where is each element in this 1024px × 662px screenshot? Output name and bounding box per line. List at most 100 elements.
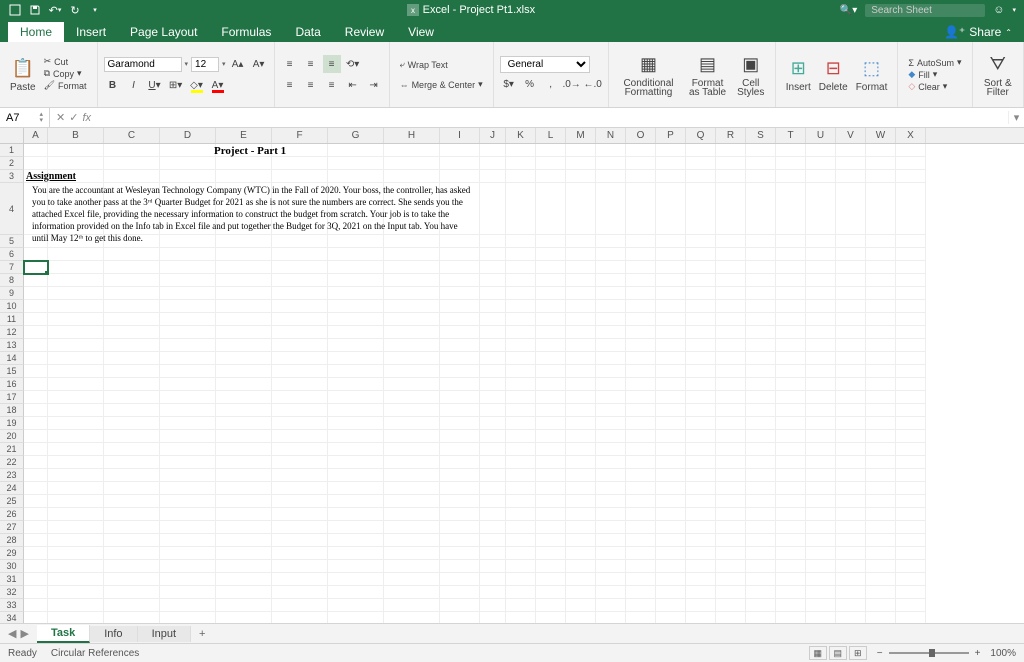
- cell[interactable]: [626, 612, 656, 623]
- cell[interactable]: [440, 287, 480, 300]
- sheet-nav-prev-icon[interactable]: ◀: [8, 627, 16, 640]
- cell[interactable]: [686, 339, 716, 352]
- cell[interactable]: [272, 339, 328, 352]
- cell[interactable]: [328, 170, 384, 183]
- cell[interactable]: [440, 378, 480, 391]
- cell[interactable]: [836, 274, 866, 287]
- row-header[interactable]: 14: [0, 352, 24, 365]
- row-header[interactable]: 26: [0, 508, 24, 521]
- cell[interactable]: [24, 482, 48, 495]
- cell[interactable]: [160, 521, 216, 534]
- cell[interactable]: [716, 456, 746, 469]
- cell[interactable]: [480, 573, 506, 586]
- cell[interactable]: [836, 547, 866, 560]
- cell[interactable]: [896, 144, 926, 157]
- bold-button[interactable]: B: [104, 76, 122, 94]
- cell[interactable]: [656, 339, 686, 352]
- cell[interactable]: [104, 248, 160, 261]
- cell[interactable]: [506, 313, 536, 326]
- cell[interactable]: [272, 300, 328, 313]
- cell[interactable]: [626, 157, 656, 170]
- cell[interactable]: [686, 248, 716, 261]
- cell[interactable]: [896, 404, 926, 417]
- cell[interactable]: [48, 482, 104, 495]
- cell[interactable]: [746, 287, 776, 300]
- cell[interactable]: [440, 326, 480, 339]
- cell[interactable]: [566, 235, 596, 248]
- cell[interactable]: [536, 599, 566, 612]
- cell[interactable]: [836, 482, 866, 495]
- cell[interactable]: [776, 495, 806, 508]
- cell[interactable]: [384, 508, 440, 521]
- cell[interactable]: [776, 599, 806, 612]
- decrease-font-icon[interactable]: A▾: [250, 55, 268, 73]
- cell[interactable]: [384, 560, 440, 573]
- cell[interactable]: [216, 326, 272, 339]
- cell[interactable]: [536, 469, 566, 482]
- cell[interactable]: [48, 326, 104, 339]
- cell[interactable]: [506, 586, 536, 599]
- cell[interactable]: [746, 469, 776, 482]
- tab-data[interactable]: Data: [283, 22, 332, 42]
- cell[interactable]: [272, 521, 328, 534]
- cell[interactable]: [716, 235, 746, 248]
- cell[interactable]: [216, 599, 272, 612]
- cell[interactable]: [626, 430, 656, 443]
- cell[interactable]: [536, 352, 566, 365]
- cell[interactable]: [896, 417, 926, 430]
- cell[interactable]: [626, 248, 656, 261]
- cell[interactable]: [656, 586, 686, 599]
- align-right-icon[interactable]: ≡: [323, 76, 341, 94]
- cell[interactable]: [160, 586, 216, 599]
- cell[interactable]: [506, 521, 536, 534]
- cell[interactable]: [104, 534, 160, 547]
- col-header-G[interactable]: G: [328, 128, 384, 143]
- cell[interactable]: [24, 248, 48, 261]
- cell[interactable]: [836, 144, 866, 157]
- cell[interactable]: [384, 456, 440, 469]
- cell[interactable]: [866, 573, 896, 586]
- cell[interactable]: [686, 547, 716, 560]
- col-header-V[interactable]: V: [836, 128, 866, 143]
- format-as-table-button[interactable]: ▤Format as Table: [682, 44, 732, 105]
- cell[interactable]: [746, 404, 776, 417]
- cell[interactable]: [626, 287, 656, 300]
- font-name-input[interactable]: [104, 57, 182, 72]
- cell[interactable]: [836, 534, 866, 547]
- cell[interactable]: [160, 599, 216, 612]
- cell[interactable]: [506, 261, 536, 274]
- cell[interactable]: [480, 599, 506, 612]
- cell[interactable]: [776, 352, 806, 365]
- cell[interactable]: [806, 599, 836, 612]
- cell[interactable]: [596, 261, 626, 274]
- cell[interactable]: [536, 417, 566, 430]
- cell[interactable]: [216, 443, 272, 456]
- row-header[interactable]: 15: [0, 365, 24, 378]
- cell[interactable]: [440, 443, 480, 456]
- row-header[interactable]: 5: [0, 235, 24, 248]
- cell[interactable]: [806, 144, 836, 157]
- cell[interactable]: [24, 586, 48, 599]
- cell[interactable]: [506, 417, 536, 430]
- cell[interactable]: [104, 144, 160, 157]
- cell[interactable]: [896, 430, 926, 443]
- cell[interactable]: [160, 352, 216, 365]
- cell[interactable]: [24, 300, 48, 313]
- enter-formula-icon[interactable]: ✓: [69, 111, 78, 124]
- cell[interactable]: [836, 391, 866, 404]
- cell[interactable]: [536, 157, 566, 170]
- cell[interactable]: [536, 573, 566, 586]
- cell[interactable]: [440, 573, 480, 586]
- cell[interactable]: [596, 300, 626, 313]
- cell[interactable]: [806, 573, 836, 586]
- cell[interactable]: [536, 313, 566, 326]
- cell[interactable]: [656, 313, 686, 326]
- cell[interactable]: [626, 534, 656, 547]
- cell[interactable]: [776, 274, 806, 287]
- cell[interactable]: [866, 313, 896, 326]
- cell[interactable]: [566, 339, 596, 352]
- cell[interactable]: [384, 144, 440, 157]
- row-header[interactable]: 17: [0, 391, 24, 404]
- cell[interactable]: [596, 586, 626, 599]
- cell[interactable]: [506, 560, 536, 573]
